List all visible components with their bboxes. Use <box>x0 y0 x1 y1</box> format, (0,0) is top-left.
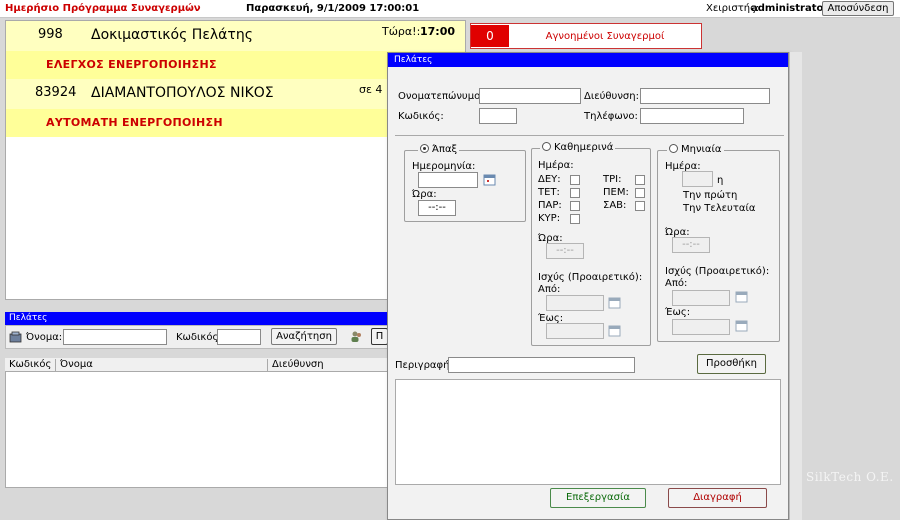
dialog-title: Πελάτες <box>388 53 788 67</box>
once-date-label: Ημερομηνία: <box>412 161 476 172</box>
phone-input[interactable] <box>640 108 744 124</box>
day-fri-label: ΠΑΡ: <box>538 200 562 211</box>
alarm-row[interactable]: 998 Δοκιμαστικός Πελάτης Τώρα!: 17:00 <box>6 21 465 51</box>
day-thu-label: ΠΕΜ: <box>603 187 629 198</box>
users-icon[interactable] <box>350 330 363 343</box>
calendar-icon[interactable] <box>608 296 621 309</box>
once-time-label: Ώρα: <box>412 189 437 200</box>
daily-validity-label: Ισχύς (Προαιρετικό): <box>538 272 643 283</box>
schedule-list[interactable] <box>395 379 781 485</box>
current-datetime: Παρασκευή, 9/1/2009 17:00:01 <box>246 3 420 14</box>
monthly-day-suffix: η <box>717 175 724 186</box>
customer-code-search-input[interactable] <box>217 329 261 345</box>
monthly-time-input[interactable]: --:-- <box>672 237 710 253</box>
daily-from-input[interactable] <box>546 295 604 311</box>
customers-panel-header: Πελάτες <box>5 312 388 325</box>
dialog-scrollbar[interactable] <box>789 52 802 520</box>
monthly-from-input[interactable] <box>672 290 730 306</box>
alarm-code: 83924 <box>35 85 77 100</box>
delete-button[interactable]: Διαγραφή <box>668 488 767 508</box>
monthly-to-label: Έως: <box>665 307 691 318</box>
logout-button[interactable]: Αποσύνδεση <box>822 1 894 16</box>
daily-from-label: Από: <box>538 284 561 295</box>
once-radio[interactable] <box>420 144 429 153</box>
day-wed-checkbox[interactable] <box>570 188 580 198</box>
calendar-icon[interactable] <box>483 173 496 186</box>
day-tue-label: ΤΡΙ: <box>603 174 622 185</box>
column-header-name[interactable]: Όνομα <box>55 359 93 372</box>
day-mon-checkbox[interactable] <box>570 175 580 185</box>
day-mon-label: ΔΕΥ: <box>538 174 561 185</box>
day-sun-label: ΚΥΡ: <box>538 213 561 224</box>
monthly-day-input[interactable] <box>682 171 713 187</box>
phone-label: Τηλέφωνο: <box>584 111 638 122</box>
alarm-status: ΕΛΕΓΧΟΣ ΕΝΕΡΓΟΠΟΙΗΣΗΣ <box>46 58 217 71</box>
monthly-validity-label: Ισχύς (Προαιρετικό): <box>665 266 770 277</box>
new-customer-button[interactable]: Π <box>371 328 388 345</box>
customer-code-label: Κωδικός: <box>176 332 222 343</box>
day-sat-checkbox[interactable] <box>635 201 645 211</box>
customer-name-search-input[interactable] <box>63 329 167 345</box>
column-header-address[interactable]: Διεύθυνση <box>267 359 324 372</box>
brand-watermark: SilkTech O.E. <box>806 470 894 484</box>
day-tue-checkbox[interactable] <box>635 175 645 185</box>
day-sun-checkbox[interactable] <box>570 214 580 224</box>
add-button[interactable]: Προσθήκη <box>697 354 766 374</box>
monthly-radio[interactable] <box>669 144 678 153</box>
day-fri-checkbox[interactable] <box>570 201 580 211</box>
alarm-status: ΑΥΤΟΜΑΤΗ ΕΝΕΡΓΟΠΟΙΗΣΗ <box>46 116 223 129</box>
daily-label: Καθημερινά <box>554 142 614 153</box>
description-input[interactable] <box>448 357 635 373</box>
app-title: Ημερήσιο Πρόγραμμα Συναγερμών <box>5 3 201 14</box>
monthly-to-input[interactable] <box>672 319 730 335</box>
day-thu-checkbox[interactable] <box>635 188 645 198</box>
daily-time-input[interactable]: --:-- <box>546 243 584 259</box>
alarm-time-value: 17:00 <box>420 25 456 38</box>
daily-radio[interactable] <box>542 142 551 151</box>
calendar-icon[interactable] <box>735 290 748 303</box>
monthly-label: Μηνιαία <box>681 144 722 155</box>
monthly-last-label[interactable]: Την Τελευταία <box>683 203 755 214</box>
monthly-legend[interactable]: Μηνιαία <box>667 144 724 155</box>
dismissed-alarms-count: 0 <box>471 25 509 47</box>
alarm-time-label: σε 4 <box>359 83 383 96</box>
once-label: Άπαξ <box>432 144 458 155</box>
once-date-input[interactable] <box>418 172 478 188</box>
address-label: Διεύθυνση: <box>584 91 639 102</box>
daily-day-label: Ημέρα: <box>538 160 574 171</box>
monthly-first-label[interactable]: Την πρώτη <box>683 190 737 201</box>
customers-grid <box>5 358 388 488</box>
dismissed-alarms-label[interactable]: Αγνοημένοι Συναγερμοί <box>515 31 695 42</box>
customers-grid-header: Κωδικός Όνομα Διεύθυνση <box>5 358 388 372</box>
edit-button[interactable]: Επεξεργασία <box>550 488 646 508</box>
code-label: Κωδικός: <box>398 111 444 122</box>
alarm-customer-name: Δοκιμαστικός Πελάτης <box>91 27 253 43</box>
calendar-icon[interactable] <box>735 319 748 332</box>
daily-to-input[interactable] <box>546 323 604 339</box>
alarm-code: 998 <box>38 27 63 42</box>
day-wed-label: ΤΕΤ: <box>538 187 560 198</box>
monthly-from-label: Από: <box>665 278 688 289</box>
alarm-customer-name: ΔΙΑΜΑΝΤΟΠΟΥΛΟΣ ΝΙΚΟΣ <box>91 85 274 101</box>
operator-name: administrator <box>751 3 829 14</box>
alarm-time-label: Τώρα!: <box>382 25 421 38</box>
fullname-input[interactable] <box>479 88 581 104</box>
once-time-input[interactable]: --:-- <box>418 200 456 216</box>
daily-legend[interactable]: Καθημερινά <box>540 142 616 153</box>
address-input[interactable] <box>640 88 770 104</box>
description-label: Περιγραφή: <box>395 360 453 371</box>
search-button[interactable]: Αναζήτηση <box>271 328 337 345</box>
day-sat-label: ΣΑΒ: <box>603 200 627 211</box>
fullname-label: Ονοματεπώνυμο: <box>398 91 484 102</box>
calendar-icon[interactable] <box>608 324 621 337</box>
code-input[interactable] <box>479 108 517 124</box>
address-book-icon <box>9 331 22 343</box>
once-legend[interactable]: Άπαξ <box>418 144 460 155</box>
column-header-code[interactable]: Κωδικός <box>9 359 51 370</box>
customer-name-label: Όνομα: <box>26 332 63 343</box>
divider <box>395 135 784 136</box>
